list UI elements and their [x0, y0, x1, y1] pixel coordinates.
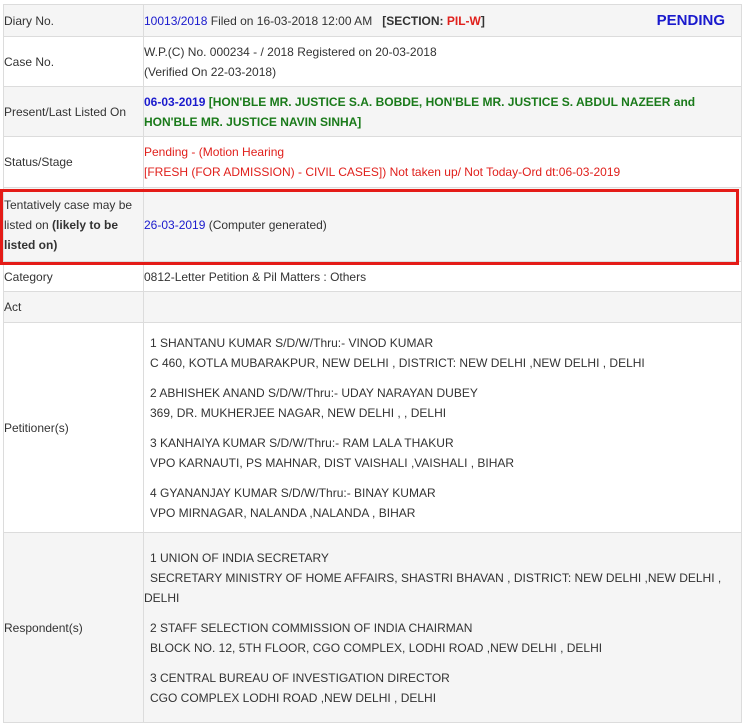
respondent-address: CGO COMPLEX LODHI ROAD ,NEW DELHI , DELH… — [150, 690, 437, 705]
tentative-row: Tentatively case may be listed on (likel… — [3, 187, 742, 262]
respondent-list: 1 UNION OF INDIA SECRETARY SECRETARY MIN… — [144, 548, 741, 708]
respondent-address: SECRETARY MINISTRY OF HOME AFFAIRS, SHAS… — [144, 568, 741, 608]
petitioner-entry: 3 KANHAIYA KUMAR S/D/W/Thru:- RAM LALA T… — [150, 433, 741, 473]
act-value — [143, 291, 742, 323]
petitioner-list: 1 SHANTANU KUMAR S/D/W/Thru:- VINOD KUMA… — [144, 333, 741, 523]
petitioners-row: Petitioner(s) 1 SHANTANU KUMAR S/D/W/Thr… — [3, 322, 742, 533]
tentative-value: 26-03-2019 (Computer generated) — [143, 187, 742, 262]
status-line2: [FRESH (FOR ADMISSION) - CIVIL CASES]) N… — [144, 165, 621, 179]
respondent-entry: 1 UNION OF INDIA SECRETARY SECRETARY MIN… — [144, 548, 741, 608]
petitioner-address: 369, DR. MUKHERJEE NAGAR, NEW DELHI , , … — [150, 405, 447, 420]
case-value: W.P.(C) No. 000234 - / 2018 Registered o… — [143, 36, 742, 87]
category-value: 0812-Letter Petition & Pil Matters : Oth… — [143, 261, 742, 292]
case-row: Case No. W.P.(C) No. 000234 - / 2018 Reg… — [3, 36, 742, 87]
status-row: Status/Stage Pending - (Motion Hearing [… — [3, 136, 742, 188]
case-number: W.P.(C) No. 000234 - / 2018 Registered o… — [144, 44, 437, 59]
bench-line2: HON'BLE MR. JUSTICE NAVIN SINHA] — [144, 114, 362, 129]
diary-value: PENDING 10013/2018 Filed on 16-03-2018 1… — [143, 4, 742, 37]
act-label: Act — [3, 291, 144, 323]
listed-date: 06-03-2019 — [144, 94, 206, 109]
petitioner-name: 4 GYANANJAY KUMAR S/D/W/Thru:- BINAY KUM… — [150, 485, 436, 500]
listed-row: Present/Last Listed On 06-03-2019 [HON'B… — [3, 86, 742, 137]
listed-label: Present/Last Listed On — [3, 86, 144, 137]
petitioner-entry: 1 SHANTANU KUMAR S/D/W/Thru:- VINOD KUMA… — [150, 333, 741, 373]
petitioners-label: Petitioner(s) — [3, 322, 144, 533]
section-suffix: ] — [480, 13, 485, 28]
case-verified: (Verified On 22-03-2018) — [144, 64, 277, 79]
status-line1: Pending - (Motion Hearing — [144, 145, 285, 159]
respondent-name: 3 CENTRAL BUREAU OF INVESTIGATION DIRECT… — [150, 670, 450, 685]
petitioner-address: C 460, KOTLA MUBARAKPUR, NEW DELHI , DIS… — [150, 355, 645, 370]
petitioners-value: 1 SHANTANU KUMAR S/D/W/Thru:- VINOD KUMA… — [143, 322, 742, 533]
respondent-entry: 2 STAFF SELECTION COMMISSION OF INDIA CH… — [150, 618, 741, 658]
petitioner-entry: 4 GYANANJAY KUMAR S/D/W/Thru:- BINAY KUM… — [150, 483, 741, 523]
category-label: Category — [3, 261, 144, 292]
case-details-table: Diary No. PENDING 10013/2018 Filed on 16… — [3, 4, 742, 723]
petitioner-entry: 2 ABHISHEK ANAND S/D/W/Thru:- UDAY NARAY… — [150, 383, 741, 423]
petitioner-address: VPO KARNAUTI, PS MAHNAR, DIST VAISHALI ,… — [150, 455, 515, 470]
petitioner-name: 3 KANHAIYA KUMAR S/D/W/Thru:- RAM LALA T… — [150, 435, 454, 450]
respondents-value: 1 UNION OF INDIA SECRETARY SECRETARY MIN… — [143, 532, 742, 723]
diary-number: 10013/2018 — [144, 13, 208, 28]
respondent-name: 1 UNION OF INDIA SECRETARY — [150, 550, 329, 565]
respondent-name: 2 STAFF SELECTION COMMISSION OF INDIA CH… — [150, 620, 473, 635]
tentative-date: 26-03-2019 — [144, 217, 206, 232]
section-prefix: [SECTION: — [382, 13, 447, 28]
case-label: Case No. — [3, 36, 144, 87]
respondent-address: BLOCK NO. 12, 5TH FLOOR, CGO COMPLEX, LO… — [150, 640, 603, 655]
category-row: Category 0812-Letter Petition & Pil Matt… — [3, 261, 742, 292]
diary-label: Diary No. — [3, 4, 144, 37]
respondent-address-line: SECRETARY MINISTRY OF HOME AFFAIRS, SHAS… — [150, 570, 722, 585]
petitioner-name: 1 SHANTANU KUMAR S/D/W/Thru:- VINOD KUMA… — [150, 335, 434, 350]
tentative-note: (Computer generated) — [205, 217, 327, 232]
tentative-label: Tentatively case may be listed on (likel… — [3, 187, 144, 262]
status-value: Pending - (Motion Hearing [FRESH (FOR AD… — [143, 136, 742, 188]
bench-line1: [HON'BLE MR. JUSTICE S.A. BOBDE, HON'BLE… — [205, 94, 696, 109]
filed-date: Filed on 16-03-2018 12:00 AM — [207, 13, 373, 28]
respondents-label: Respondent(s) — [3, 532, 144, 723]
status-label: Status/Stage — [3, 136, 144, 188]
respondent-address-line: DELHI — [144, 590, 180, 605]
petitioner-name: 2 ABHISHEK ANAND S/D/W/Thru:- UDAY NARAY… — [150, 385, 478, 400]
act-row: Act — [3, 291, 742, 323]
status-badge: PENDING — [656, 11, 725, 29]
listed-value: 06-03-2019 [HON'BLE MR. JUSTICE S.A. BOB… — [143, 86, 742, 137]
diary-row: Diary No. PENDING 10013/2018 Filed on 16… — [3, 4, 742, 37]
respondents-row: Respondent(s) 1 UNION OF INDIA SECRETARY… — [3, 532, 742, 723]
petitioner-address: VPO MIRNAGAR, NALANDA ,NALANDA , BIHAR — [150, 505, 416, 520]
section-code: PIL-W — [446, 13, 481, 28]
